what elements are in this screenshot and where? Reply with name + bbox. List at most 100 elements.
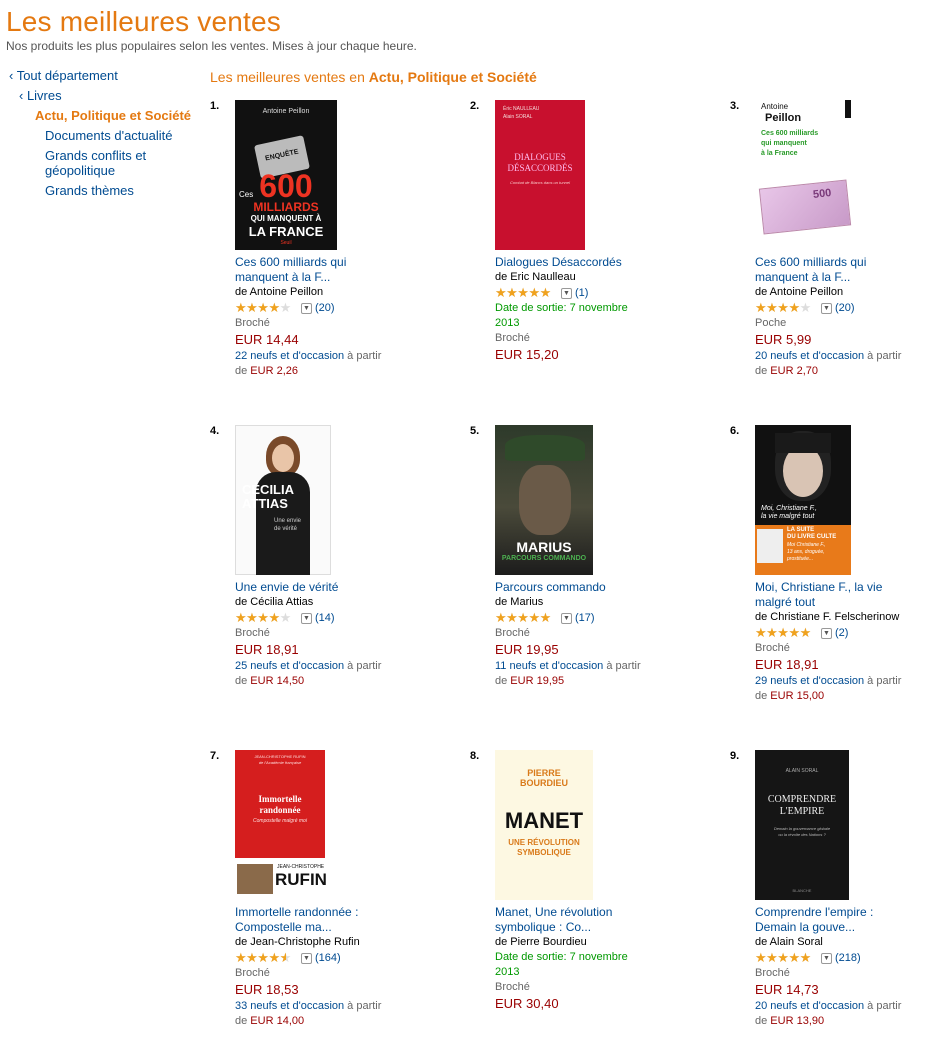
book-cover-image[interactable]: Antoine Peillon Ces 600 milliards qui ma…	[755, 100, 857, 250]
cover-text: CÉCILIA	[242, 482, 294, 497]
offers-link[interactable]: 29 neufs et d'occasion	[755, 675, 864, 687]
chevron-down-icon[interactable]: ▼	[821, 952, 832, 964]
sidebar-item-current-category: Actu, Politique et Société	[35, 108, 192, 123]
product-title-line2: malgré tout	[755, 595, 816, 609]
product-info: Comprendre l'empire : Demain la gouve...…	[755, 905, 940, 1029]
book-cover-image[interactable]: JEAN-CHRISTOPHE RUFIN de l'Académie fran…	[235, 750, 337, 900]
rating-row: ★★★★★ ★★★★★ ▼ (17)	[495, 610, 680, 626]
offers-link[interactable]: 33 neufs et d'occasion	[235, 1000, 344, 1012]
sidebar-item-themes[interactable]: Grands thèmes	[45, 183, 134, 198]
cover-text: Immortelle	[258, 794, 302, 804]
product-info: Ces 600 milliards qui manquent à la F...…	[235, 255, 420, 379]
review-count-link[interactable]: (17)	[575, 610, 595, 626]
page-title: Les meilleures ventes	[6, 6, 281, 37]
chevron-down-icon[interactable]: ▼	[301, 612, 312, 624]
product-title-link[interactable]: Dialogues Désaccordés	[495, 255, 680, 270]
book-cover-image[interactable]: Moi, Christiane F., la vie malgré tout L…	[755, 425, 857, 575]
chevron-down-icon[interactable]: ▼	[821, 627, 832, 639]
book-cover-image[interactable]: Éric NAULLEAU Alain SORAL DIALOGUES DÉSA…	[495, 100, 597, 250]
star-rating-icon[interactable]: ★★★★★ ★★★★★	[755, 951, 819, 964]
product-author: de Christiane F. Felscherinow	[755, 611, 900, 623]
rank-number: 9.	[730, 750, 740, 762]
review-count-link[interactable]: (1)	[575, 285, 588, 301]
review-count-link[interactable]: (218)	[835, 950, 861, 966]
product-price: EUR 5,99	[755, 332, 812, 347]
offers-from-price: EUR 2,26	[250, 365, 298, 377]
star-rating-icon[interactable]: ★★★★★ ★★★★★	[755, 626, 819, 639]
sidebar-item-all-departments[interactable]: ‹ Tout département	[9, 68, 118, 83]
star-rating-icon[interactable]: ★★★★★ ★★★★★	[235, 951, 299, 964]
rank-number: 5.	[470, 425, 480, 437]
product-title-line1: Dialogues Désaccordés	[495, 255, 622, 269]
sidebar-item-books[interactable]: ‹ Livres	[19, 88, 62, 103]
offers-from-price: EUR 19,95	[510, 675, 565, 687]
product-title-link[interactable]: Ces 600 milliards qui manquent à la F...	[755, 255, 940, 285]
cover-text: Alain SORAL	[503, 114, 533, 120]
product-price: EUR 14,73	[755, 982, 819, 997]
star-rating-icon[interactable]: ★★★★★ ★★★★★	[235, 301, 299, 314]
cover-text: à la France	[761, 150, 798, 157]
product-title-line1: Une envie de vérité	[235, 580, 339, 594]
section-title-category: Actu, Politique et Société	[368, 69, 537, 85]
cover-text: Combat de Blancs dans un tunnel	[509, 180, 571, 185]
book-cover-image[interactable]: CÉCILIA ATTIAS Une envie de vérité	[235, 425, 337, 575]
review-count-link[interactable]: (20)	[835, 300, 855, 316]
product-format: Poche	[755, 317, 787, 329]
product-price: EUR 18,53	[235, 982, 299, 997]
product-title-link[interactable]: Immortelle randonnée : Compostelle ma...	[235, 905, 420, 935]
product-title-link[interactable]: Ces 600 milliards qui manquent à la F...	[235, 255, 420, 285]
star-rating-icon[interactable]: ★★★★★ ★★★★★	[755, 301, 819, 314]
star-rating-icon[interactable]: ★★★★★ ★★★★★	[495, 286, 559, 299]
product-format: Broché	[495, 332, 530, 344]
cover-text: LA FRANCE	[248, 224, 324, 239]
offers-link[interactable]: 11 neufs et d'occasion	[495, 660, 603, 672]
cover-text: qui manquent	[761, 140, 807, 147]
sidebar-item-conflicts[interactable]: Grands conflits et	[45, 148, 146, 163]
star-rating-icon[interactable]: ★★★★★ ★★★★★	[495, 611, 559, 624]
product-title-link[interactable]: Manet, Une révolution symbolique : Co...	[495, 905, 680, 935]
review-count-link[interactable]: (164)	[315, 950, 341, 966]
offers-info: 20 neufs et d'occasion à partir de EUR 1…	[755, 999, 940, 1029]
review-count-link[interactable]: (14)	[315, 610, 335, 626]
chevron-down-icon[interactable]: ▼	[301, 302, 312, 314]
offers-link[interactable]: 22 neufs et d'occasion	[235, 350, 344, 362]
star-rating-icon[interactable]: ★★★★★ ★★★★★	[235, 611, 299, 624]
offers-suffix: à partir	[864, 350, 902, 362]
offers-from-price: EUR 14,00	[250, 1015, 305, 1027]
chevron-down-icon[interactable]: ▼	[821, 302, 832, 314]
cover-text: QUI MANQUENT À	[250, 214, 322, 223]
chevron-down-icon[interactable]: ▼	[561, 287, 572, 299]
rank-number: 4.	[210, 425, 220, 437]
cover-text: DÉSACCORDÉS	[507, 163, 573, 173]
chevron-down-icon[interactable]: ▼	[301, 952, 312, 964]
release-date-line2: 2013	[495, 317, 520, 329]
rating-row: ★★★★★ ★★★★★ ▼ (14)	[235, 610, 420, 626]
product-info: Moi, Christiane F., la vie malgré tout d…	[755, 580, 940, 704]
sidebar-item-conflicts-cont[interactable]: géopolitique	[45, 163, 115, 178]
offers-link[interactable]: 20 neufs et d'occasion	[755, 350, 864, 362]
rank-number: 3.	[730, 100, 740, 112]
cover-text: Demain la gouvernance globale	[773, 826, 831, 831]
product-format: Broché	[755, 967, 790, 979]
product-title-line1: Ces 600 milliards qui	[755, 255, 867, 269]
product-title-link[interactable]: Une envie de vérité	[235, 580, 420, 595]
rank-number: 2.	[470, 100, 480, 112]
chevron-down-icon[interactable]: ▼	[561, 612, 572, 624]
review-count-link[interactable]: (2)	[835, 625, 848, 641]
sidebar-item-documents[interactable]: Documents d'actualité	[45, 128, 173, 143]
product-info: Immortelle randonnée : Compostelle ma...…	[235, 905, 420, 1029]
product-title-link[interactable]: Parcours commando	[495, 580, 680, 595]
offers-from-price: EUR 13,90	[770, 1015, 825, 1027]
product-author: de Alain Soral	[755, 936, 823, 948]
offers-link[interactable]: 25 neufs et d'occasion	[235, 660, 344, 672]
product-title-link[interactable]: Moi, Christiane F., la vie malgré tout	[755, 580, 940, 610]
product-author: de Antoine Peillon	[755, 286, 844, 298]
product-title-line1: Moi, Christiane F., la vie	[755, 580, 883, 594]
product-title-link[interactable]: Comprendre l'empire : Demain la gouve...	[755, 905, 940, 935]
book-cover-image[interactable]: MARIUS PARCOURS COMMANDO	[495, 425, 597, 575]
book-cover-image[interactable]: ALAIN SORAL COMPRENDRE L'EMPIRE Demain l…	[755, 750, 857, 900]
offers-link[interactable]: 20 neufs et d'occasion	[755, 1000, 864, 1012]
book-cover-image[interactable]: Antoine Peillon ENQUÊTE Ces 600 MILLIARD…	[235, 100, 337, 250]
book-cover-image[interactable]: PIERRE BOURDIEU MANET UNE RÉVOLUTION SYM…	[495, 750, 597, 900]
review-count-link[interactable]: (20)	[315, 300, 335, 316]
